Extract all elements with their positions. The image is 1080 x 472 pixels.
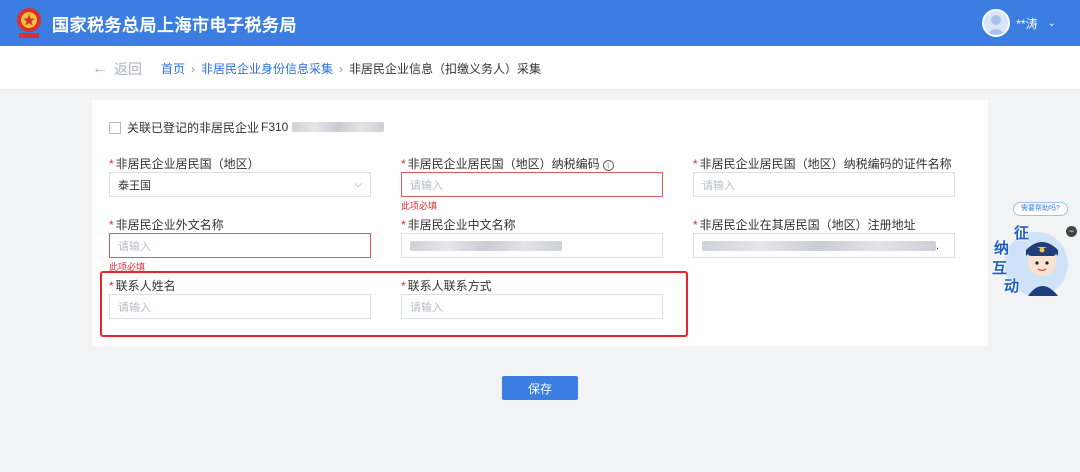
chinese-name-input[interactable] — [401, 233, 663, 258]
redacted-code — [292, 122, 385, 132]
breadcrumb: 首页 › 非居民企业身份信息采集 › 非居民企业信息（扣缴义务人）采集 — [161, 60, 541, 77]
help-bubble[interactable]: 需要帮助吗? — [1013, 202, 1068, 216]
redacted-chinese-name — [410, 240, 562, 251]
foreign-name-label: * 非居民企业外文名称 — [109, 218, 224, 232]
chevron-down-icon[interactable]: ⌄ — [1048, 18, 1056, 29]
tax-id-error: 此项必填 — [401, 201, 438, 211]
associate-label: 关联已登记的非居民企业 — [127, 121, 260, 135]
user-name[interactable]: **涛 — [1016, 15, 1037, 32]
tax-id-doc-name-label: * 非居民企业居民国（地区）纳税编码的证件名称 — [693, 157, 952, 171]
registered-address-input[interactable]: . — [693, 233, 955, 258]
residence-country-select[interactable]: 泰王国 ⌵ — [109, 172, 371, 197]
residence-country-value: 泰王国 — [118, 179, 151, 192]
foreign-name-input[interactable]: 请输入 — [109, 233, 371, 258]
breadcrumb-bar: ← 返回 首页 › 非居民企业身份信息采集 › 非居民企业信息（扣缴义务人）采集 — [0, 46, 1080, 90]
user-menu[interactable]: **涛 ⌄ — [982, 9, 1056, 37]
close-icon[interactable]: − — [1066, 226, 1077, 237]
redacted-address — [702, 240, 936, 251]
chinese-name-label: * 非居民企业中文名称 — [401, 218, 516, 232]
chevron-right-icon: › — [191, 61, 196, 76]
associate-code: F310 — [261, 120, 385, 134]
info-icon[interactable]: i — [602, 160, 614, 171]
breadcrumb-home[interactable]: 首页 — [161, 60, 185, 77]
top-bar: 国家税务总局上海市电子税务局 **涛 ⌄ — [0, 0, 1080, 46]
back-label: 返回 — [114, 61, 142, 77]
avatar[interactable] — [982, 9, 1011, 37]
highlight-box — [100, 271, 688, 337]
associate-code-prefix: F310 — [261, 120, 289, 134]
associate-checkbox[interactable] — [109, 121, 121, 134]
user-avatar-icon — [986, 15, 1007, 35]
assistant-char-2: 纳 — [994, 240, 1010, 257]
tax-id-doc-name-input[interactable]: 请输入 — [693, 172, 955, 197]
chevron-down-icon: ⌵ — [354, 179, 362, 190]
tax-id-input[interactable]: 请输入 — [401, 172, 663, 197]
associate-checkbox-row[interactable]: 关联已登记的非居民企业 — [109, 119, 259, 136]
site-title: 国家税务总局上海市电子税务局 — [52, 16, 297, 35]
arrow-left-icon: ← — [92, 60, 108, 77]
registered-address-label: * 非居民企业在其居民国（地区）注册地址 — [693, 218, 916, 232]
assistant-char-1: 征 — [1014, 225, 1030, 242]
tax-id-label: * 非居民企业居民国（地区）纳税编码 i — [401, 155, 614, 172]
back-button[interactable]: ← 返回 — [92, 59, 142, 79]
chevron-right-icon: › — [339, 61, 344, 76]
tax-emblem-icon — [17, 8, 41, 38]
residence-country-label: * 非居民企业居民国（地区） — [109, 157, 260, 171]
save-button[interactable]: 保存 — [502, 376, 578, 400]
assistant-char-4: 动 — [1004, 278, 1020, 295]
breadcrumb-current: 非居民企业信息（扣缴义务人）采集 — [349, 62, 542, 76]
breadcrumb-section[interactable]: 非居民企业身份信息采集 — [201, 60, 333, 77]
